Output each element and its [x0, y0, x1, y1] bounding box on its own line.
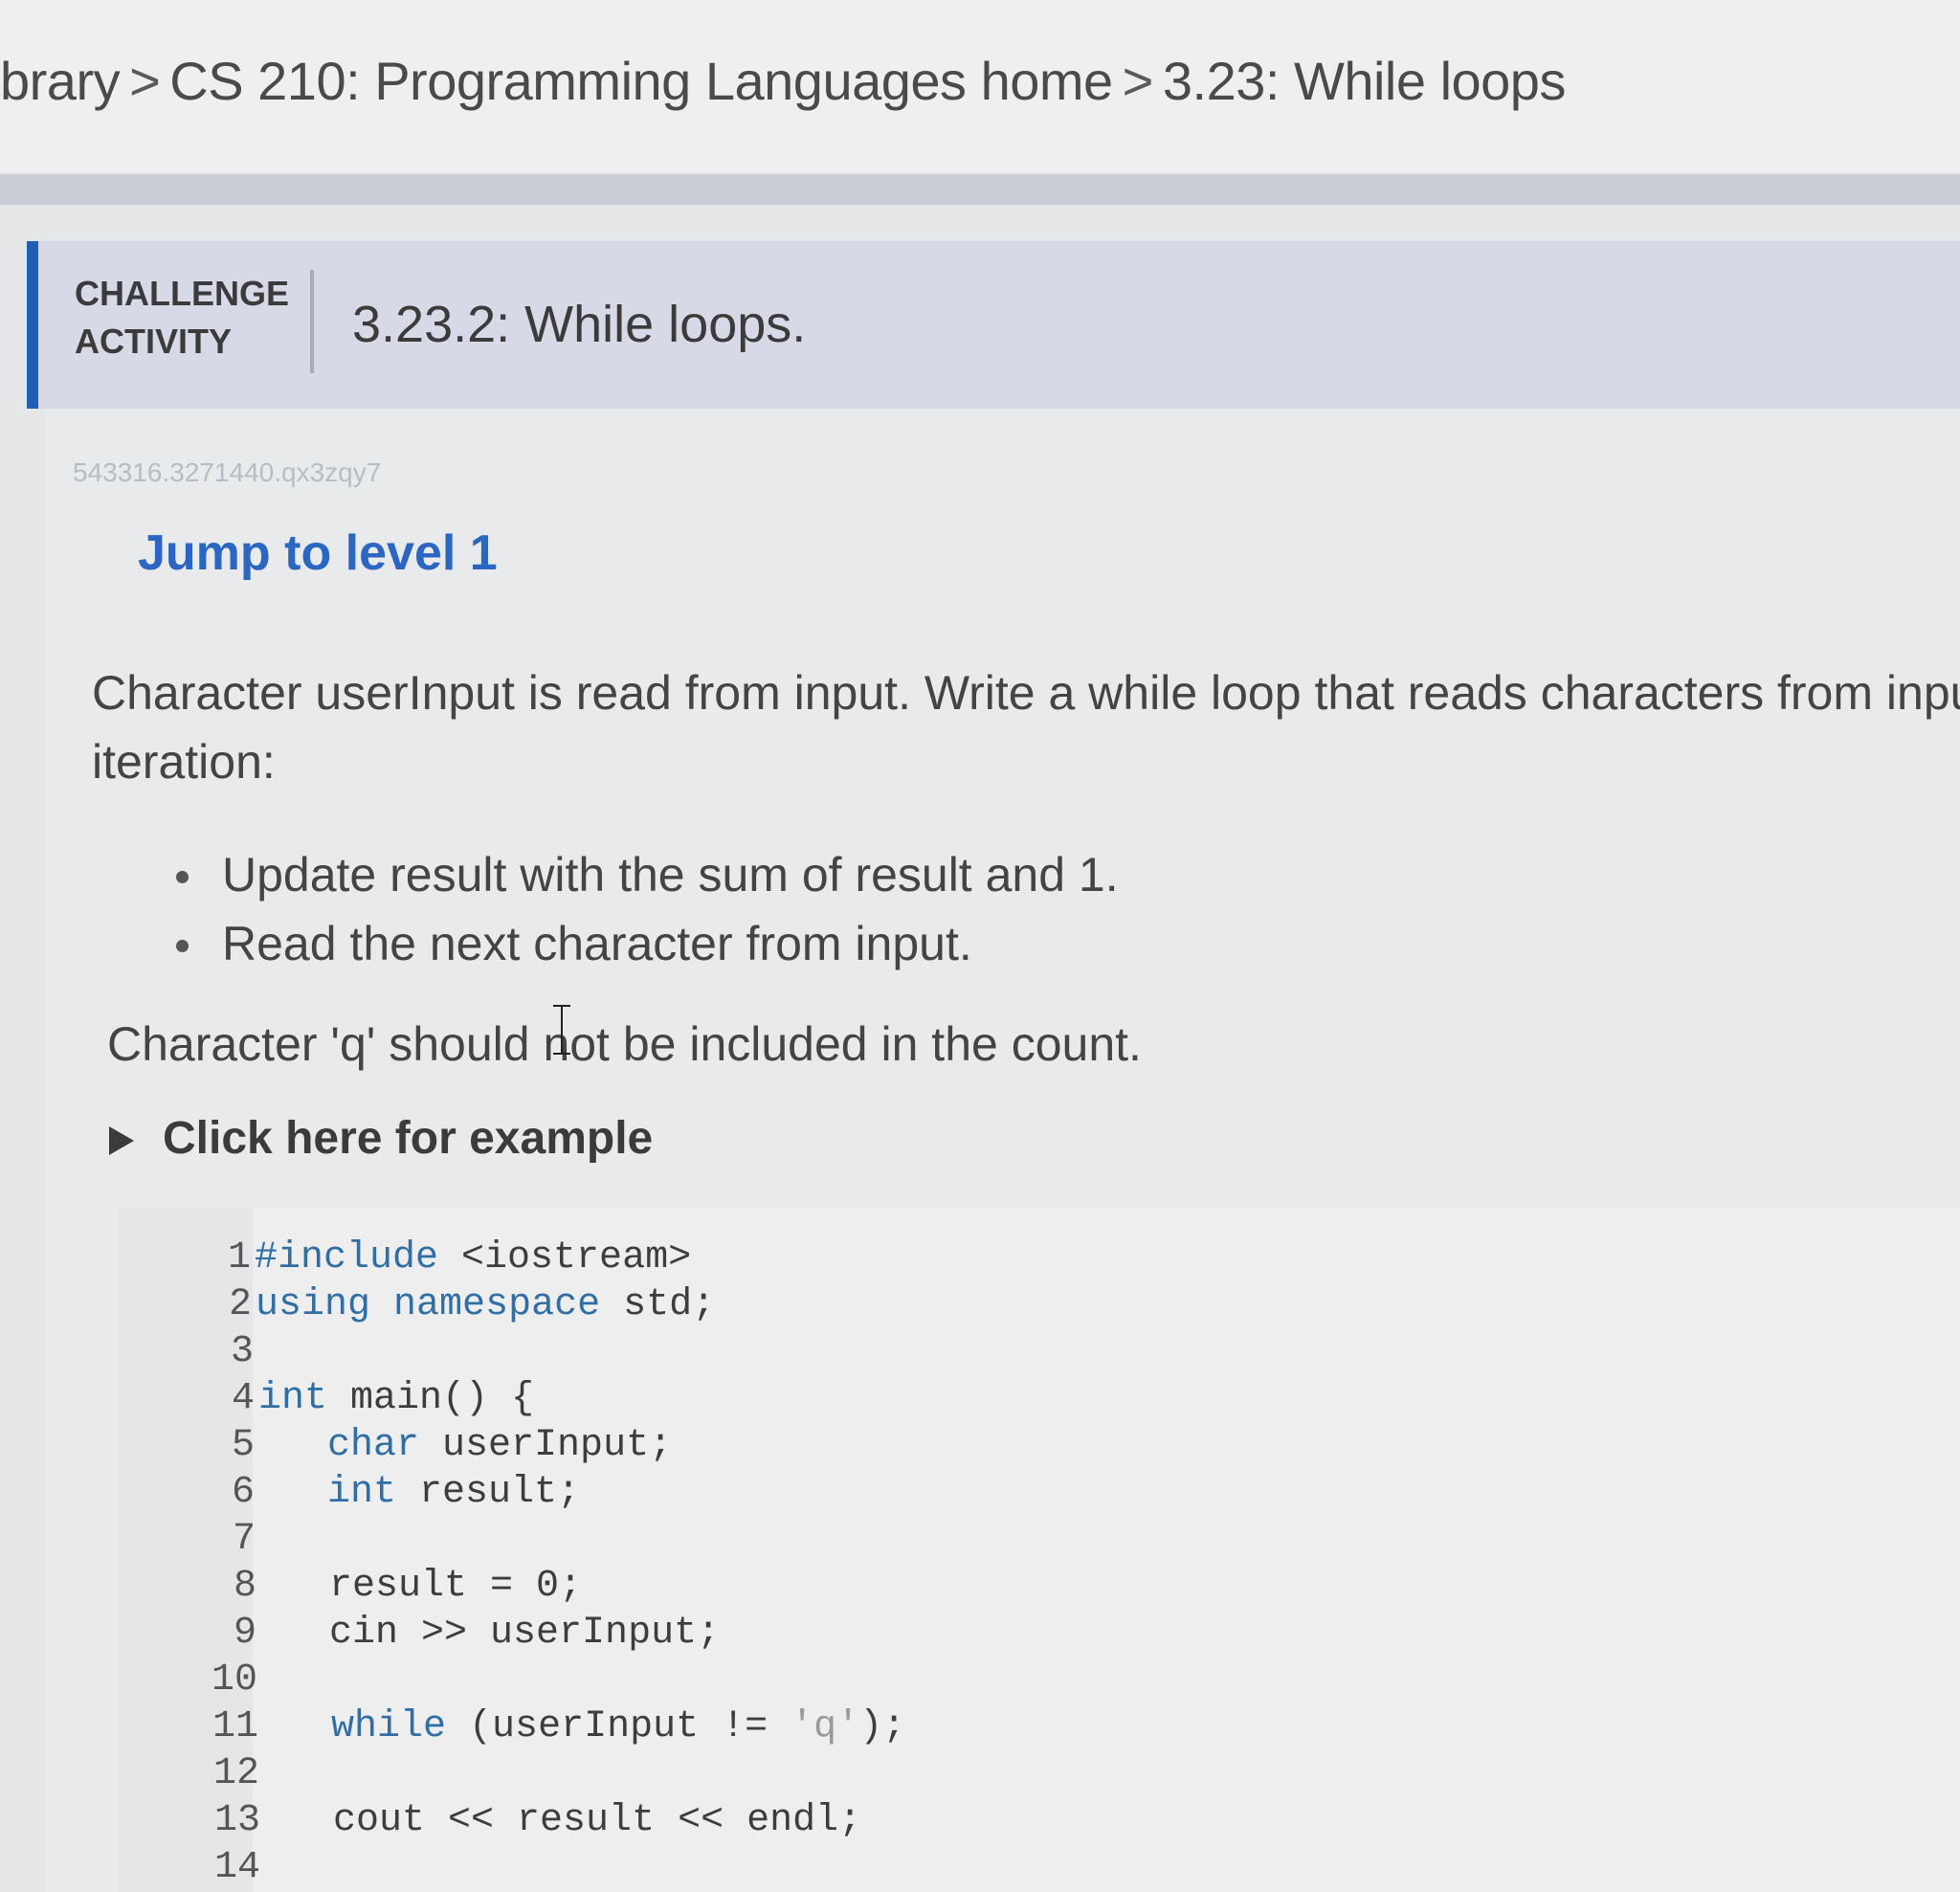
code-text[interactable]: int main() { [258, 1375, 534, 1422]
line-number: 1 [227, 1236, 251, 1280]
challenge-note: Character 'q' should not be included in … [107, 1017, 1142, 1071]
prompt-line-1: Character userInput is read from input. … [92, 666, 1960, 720]
triangle-right-icon [109, 1126, 134, 1156]
challenge-activity-header: CHALLENGE ACTIVITY 3.23.2: While loops. [27, 241, 1960, 409]
line-number: 14 [213, 1846, 260, 1889]
line-number: 12 [212, 1752, 259, 1795]
breadcrumb-item-course-home[interactable]: CS 210: Programming Languages home [169, 51, 1113, 111]
line-number: 6 [231, 1471, 255, 1514]
code-text[interactable]: int result; [258, 1469, 580, 1516]
line-number: 11 [212, 1705, 258, 1748]
breadcrumb-item-library[interactable]: brary [0, 51, 121, 111]
jump-to-level-link[interactable]: Jump to level 1 [138, 524, 498, 582]
line-number: 13 [213, 1799, 260, 1842]
challenge-accent-bar [27, 241, 38, 409]
breadcrumb-separator: > [1122, 51, 1154, 111]
header-divider [0, 174, 1960, 205]
code-text[interactable]: cout << result << endl; [264, 1797, 861, 1844]
breadcrumb-item-section: 3.23: While loops [1162, 51, 1567, 111]
breadcrumb-separator: > [129, 51, 161, 111]
code-text[interactable]: while (userInput != 'q'); [262, 1703, 905, 1750]
instruction-item: Update result with the sum of result and… [168, 840, 1119, 909]
challenge-header-divider [310, 270, 314, 373]
line-number: 4 [231, 1377, 255, 1420]
top-bar: brary > CS 210: Programming Languages home… [0, 0, 1960, 172]
activity-id: 543316.3271440.qx3zqy7 [73, 457, 382, 487]
breadcrumb: brary > CS 210: Programming Languages home… [0, 50, 1566, 112]
text-cursor-icon [553, 1005, 570, 1055]
prompt-line-2: iteration: [92, 735, 276, 789]
code-text[interactable]: cin >> userInput; [260, 1610, 720, 1657]
challenge-prompt: Character userInput is read from input. … [92, 658, 1960, 796]
code-text[interactable]: result = 0; [260, 1563, 582, 1610]
line-number: 9 [233, 1612, 256, 1655]
code-text[interactable]: char userInput; [258, 1422, 672, 1469]
line-number: 7 [232, 1518, 256, 1561]
code-text[interactable]: #include <iostream> [255, 1235, 691, 1281]
line-number: 2 [228, 1283, 252, 1326]
instruction-item: Read the next character from input. [168, 909, 1119, 978]
code-text[interactable]: using namespace std; [256, 1281, 715, 1328]
instruction-list: Update result with the sum of result and… [168, 840, 1119, 978]
line-number: 5 [231, 1424, 255, 1467]
challenge-title: 3.23.2: While loops. [352, 296, 807, 353]
line-number: 10 [211, 1658, 257, 1702]
example-toggle-label: Click here for example [163, 1113, 654, 1164]
line-number: 3 [230, 1330, 254, 1373]
challenge-activity-label: CHALLENGE ACTIVITY [75, 274, 289, 361]
example-toggle[interactable]: Click here for example [109, 1112, 653, 1165]
line-number: 8 [233, 1565, 256, 1608]
